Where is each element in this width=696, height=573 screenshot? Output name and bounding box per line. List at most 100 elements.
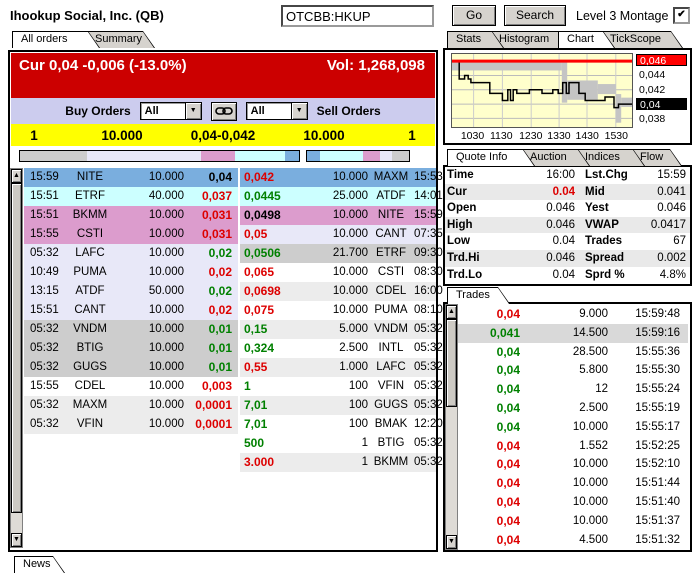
level3-montage-label: Level 3 Montage xyxy=(576,9,669,23)
trade-size: 9.000 xyxy=(579,308,608,320)
tab-trades[interactable]: Trades xyxy=(447,287,510,304)
bid-price: 0,037 xyxy=(201,189,232,203)
trade-price: 0,04 xyxy=(496,457,520,472)
market-maker: INTL xyxy=(378,342,404,354)
trade-time: 15:55:30 xyxy=(635,364,680,377)
trade-row: 0,04 10.000 15:51:44 xyxy=(458,474,688,493)
trade-price: 0,04 xyxy=(496,307,520,321)
scrollbar-up-button[interactable]: ▲ xyxy=(446,305,457,319)
sell-order-row[interactable]: 0,15 5.000 VNDM 05:32 xyxy=(240,320,443,339)
sell-order-row[interactable]: 0,05 10.000 CANT 07:35 xyxy=(240,225,443,244)
go-button[interactable]: Go xyxy=(452,5,496,26)
buy-order-row[interactable]: 15:55 CSTI 10.000 0,031 xyxy=(24,225,238,244)
sell-order-row[interactable]: 0,0445 25.000 ATDF 14:01 xyxy=(240,187,443,206)
montage-panel: Cur 0,04 -0,006 (-13.0%) Vol: 1,268,098 … xyxy=(8,50,443,552)
buy-order-row[interactable]: 05:32 VFIN 10.000 0,0001 xyxy=(24,415,238,434)
x-axis-label: 1030 xyxy=(460,130,485,142)
chain-icon xyxy=(214,106,233,115)
quote-label: Trd.Hi xyxy=(447,251,480,264)
buy-order-row[interactable]: 05:32 VNDM 10.000 0,01 xyxy=(24,320,238,339)
search-button[interactable]: Search xyxy=(504,5,566,26)
sell-order-row[interactable]: 0,065 10.000 CSTI 08:30 xyxy=(240,263,443,282)
sell-order-row[interactable]: 0,042 10.000 MAXM 15:53 xyxy=(240,168,443,187)
tab-tab-label: All orders xyxy=(13,32,99,48)
x-axis-label: 1430 xyxy=(575,130,599,142)
order-time: 15:59 xyxy=(30,171,59,183)
quote-label: Time xyxy=(447,169,474,181)
link-orders-button[interactable] xyxy=(210,101,237,121)
market-maker: CANT xyxy=(375,228,407,240)
trade-row: 0,04 12 15:55:24 xyxy=(458,380,688,399)
chart-panel: 0,046 0,044 0,042 0,04 0,038 1030 1130 1230 1330… xyxy=(443,48,692,145)
buy-order-row[interactable]: 05:32 LAFC 10.000 0,02 xyxy=(24,244,238,263)
sell-order-row[interactable]: 7,01 100 BMAK 12:20 xyxy=(240,415,443,434)
scrollbar-thumb[interactable] xyxy=(11,183,22,513)
tab-tab-label: Trades xyxy=(448,288,509,304)
bid-price: 0,01 xyxy=(208,360,232,374)
scrollbar-down-button[interactable]: ▼ xyxy=(446,535,457,549)
level3-checkbox[interactable]: ✔ xyxy=(673,7,690,24)
chevron-down-icon[interactable]: ▼ xyxy=(184,103,201,119)
orderbook-scrollbar[interactable]: ▲ ▼ xyxy=(10,168,23,548)
sell-order-row[interactable]: 500 1 BTIG 05:32 xyxy=(240,434,443,453)
buy-order-row[interactable]: 15:59 NITE 10.000 0,04 xyxy=(24,168,238,187)
buy-filter-select[interactable]: All ▼ xyxy=(139,102,202,120)
quote-value: 15:59 xyxy=(657,169,686,181)
scrollbar-up-button[interactable]: ▲ xyxy=(11,169,22,183)
inside-quote-row: 1 10.000 0,04-0,042 10.000 1 xyxy=(11,124,435,146)
trade-time: 15:52:25 xyxy=(635,439,680,452)
sell-order-row[interactable]: 7,01 100 GUGS 05:32 xyxy=(240,396,443,415)
sell-order-row[interactable]: 0,55 1.000 LAFC 05:32 xyxy=(240,358,443,377)
buy-order-row[interactable]: 15:55 CDEL 10.000 0,003 xyxy=(24,377,238,396)
buy-order-row[interactable]: 10:49 PUMA 10.000 0,02 xyxy=(24,263,238,282)
order-size: 10.000 xyxy=(332,209,368,221)
quote-label: Mid xyxy=(585,185,605,198)
ask-price: 500 xyxy=(244,436,265,450)
tab-news[interactable]: News xyxy=(14,556,65,573)
order-size: 10.000 xyxy=(148,399,184,411)
tab-tickscope[interactable]: TickScope xyxy=(601,31,683,48)
trade-row: 0,04 4.500 15:51:32 xyxy=(458,531,688,550)
trades-scrollbar[interactable]: ▲ ▼ xyxy=(445,304,458,550)
order-time: 15:51 xyxy=(30,209,59,221)
scrollbar-thumb[interactable] xyxy=(446,319,457,407)
buy-order-row[interactable]: 05:32 BTIG 10.000 0,01 xyxy=(24,339,238,358)
bid-price: 0,01 xyxy=(208,341,232,355)
depth-segment xyxy=(86,151,202,161)
tab-tab-label: Quote Info xyxy=(448,150,534,166)
tab-all-orders[interactable]: All orders xyxy=(12,31,100,48)
sell-order-row[interactable]: 0,075 10.000 PUMA 08:10 xyxy=(240,301,443,320)
buy-order-row[interactable]: 13:15 ATDF 50.000 0,02 xyxy=(24,282,238,301)
market-maker: MAXM xyxy=(373,171,409,183)
bid-price: 0,02 xyxy=(208,284,232,298)
sell-order-row[interactable]: 0,0698 10.000 CDEL 16:00 xyxy=(240,282,443,301)
order-size: 50.000 xyxy=(148,285,184,297)
sell-order-row[interactable]: 0,0498 10.000 NITE 15:59 xyxy=(240,206,443,225)
sell-order-row[interactable]: 1 100 VFIN 05:32 xyxy=(240,377,443,396)
tab-quote-info[interactable]: Quote Info xyxy=(447,149,535,166)
market-maker: CSTI xyxy=(76,228,104,240)
buy-order-row[interactable]: 15:51 BKMM 10.000 0,031 xyxy=(24,206,238,225)
buy-order-row[interactable]: 05:32 MAXM 10.000 0,0001 xyxy=(24,396,238,415)
ask-price: 0,0498 xyxy=(244,208,281,222)
buy-order-row[interactable]: 15:51 ETRF 40.000 0,037 xyxy=(24,187,238,206)
sell-filter-select[interactable]: All ▼ xyxy=(245,102,308,120)
ask-price: 0,55 xyxy=(244,360,268,374)
market-maker: MAXM xyxy=(72,399,108,411)
order-size: 1.000 xyxy=(339,361,368,373)
chevron-down-icon[interactable]: ▼ xyxy=(290,103,307,119)
buy-order-row[interactable]: 15:51 CANT 10.000 0,02 xyxy=(24,301,238,320)
scrollbar-down-button[interactable]: ▼ xyxy=(11,533,22,547)
volume-summary: Vol: 1,268,098 xyxy=(326,57,425,74)
quote-label: VWAP xyxy=(585,218,619,231)
sell-order-row[interactable]: 0,0506 21.700 ETRF 09:30 xyxy=(240,244,443,263)
sell-order-row[interactable]: 3.000 1 BKMM 05:32 xyxy=(240,453,443,472)
trade-size: 1.552 xyxy=(579,439,608,452)
trade-price: 0,04 xyxy=(496,476,520,491)
buy-order-row[interactable]: 05:32 GUGS 10.000 0,01 xyxy=(24,358,238,377)
sell-order-row[interactable]: 0,324 2.500 INTL 05:32 xyxy=(240,339,443,358)
symbol-input[interactable] xyxy=(281,5,434,27)
tab-tab-label: TickScope xyxy=(602,32,682,48)
